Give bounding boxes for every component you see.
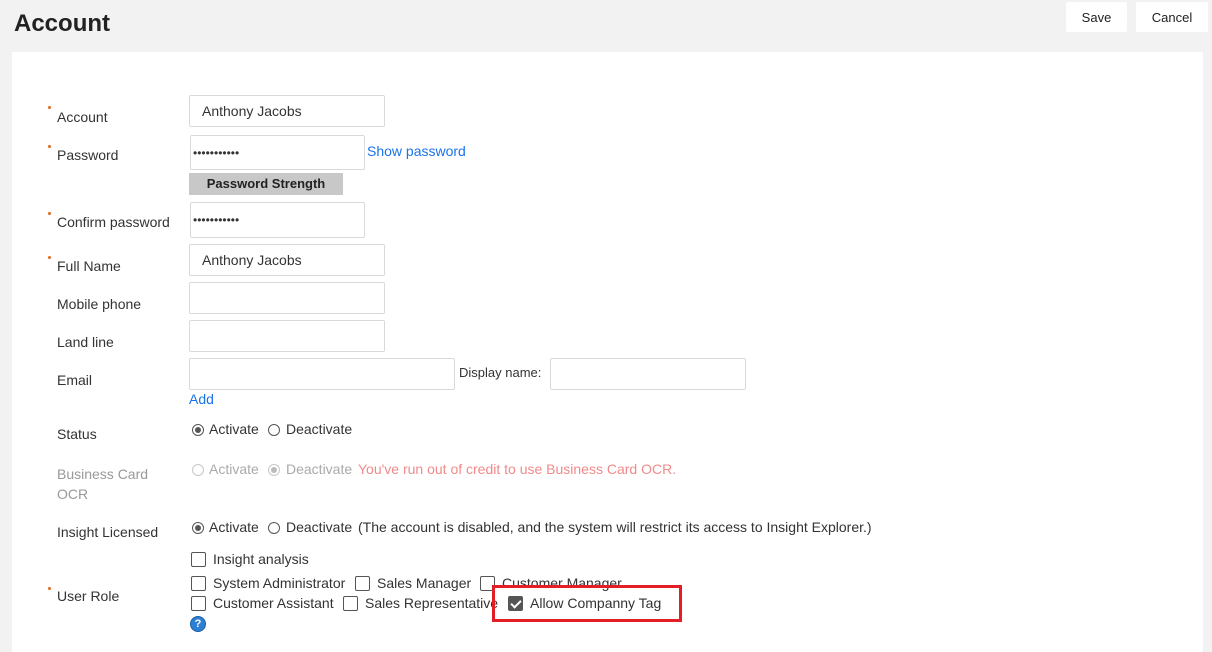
role-insight-analysis-label: Insight analysis [213, 551, 309, 567]
role-sales-manager-checkbox[interactable] [355, 576, 370, 591]
role-customer-assistant-checkbox[interactable] [191, 596, 206, 611]
display-name-label: Display name: [459, 365, 542, 380]
role-system-administrator-label: System Administrator [213, 575, 346, 591]
land-line-label: Land line [57, 334, 114, 350]
user-role-label: User Role [57, 588, 120, 604]
status-activate-radio[interactable] [192, 424, 204, 436]
role-sales-representative-label: Sales Representative [365, 595, 499, 611]
status-deactivate-radio[interactable] [268, 424, 280, 436]
insight-activate-label: Activate [209, 519, 259, 535]
role-insight-analysis-checkbox[interactable] [191, 552, 206, 567]
ocr-activate-radio [192, 464, 204, 476]
ocr-deactivate-label: Deactivate [286, 461, 353, 477]
password-label: Password [57, 147, 119, 163]
password-strength-meter: Password Strength [189, 173, 343, 195]
cancel-button[interactable]: Cancel [1136, 2, 1208, 32]
status-label: Status [57, 426, 97, 442]
save-button[interactable]: Save [1066, 2, 1127, 32]
status-deactivate-label: Deactivate [286, 421, 353, 437]
role-allow-company-tag-label: Allow Companny Tag [530, 595, 662, 611]
page-title: Account [14, 10, 110, 37]
show-password-link[interactable]: Show password [367, 143, 466, 159]
role-customer-assistant-label: Customer Assistant [213, 595, 334, 611]
business-card-ocr-label-line2: OCR [57, 486, 89, 502]
ocr-activate-label: Activate [209, 461, 259, 477]
display-name-input[interactable] [550, 358, 746, 390]
required-marker [48, 145, 51, 148]
confirm-password-label: Confirm password [57, 214, 170, 230]
question-circle-icon[interactable]: ? [190, 616, 206, 632]
insight-deactivate-radio[interactable] [268, 522, 280, 534]
add-email-link[interactable]: Add [189, 391, 214, 407]
required-marker [48, 106, 51, 109]
confirm-password-input[interactable] [190, 202, 365, 238]
password-input[interactable] [190, 135, 365, 170]
insight-licensed-label: Insight Licensed [57, 524, 159, 540]
ocr-deactivate-radio [268, 464, 280, 476]
status-activate-label: Activate [209, 421, 259, 437]
required-marker [48, 587, 51, 590]
role-sales-representative-checkbox[interactable] [343, 596, 358, 611]
account-label: Account [57, 109, 108, 125]
land-line-input[interactable] [189, 320, 385, 352]
insight-deactivate-label: Deactivate [286, 519, 353, 535]
mobile-phone-label: Mobile phone [57, 296, 142, 312]
full-name-label: Full Name [57, 258, 121, 274]
full-name-input[interactable] [189, 244, 385, 276]
role-system-administrator-checkbox[interactable] [191, 576, 206, 591]
insight-activate-radio[interactable] [192, 522, 204, 534]
role-allow-company-tag-checkbox[interactable] [508, 596, 523, 611]
business-card-ocr-label-line1: Business Card [57, 466, 149, 482]
email-input[interactable] [189, 358, 455, 390]
required-marker [48, 212, 51, 215]
ocr-credit-warning: You've run out of credit to use Business… [358, 461, 677, 477]
email-label: Email [57, 372, 93, 388]
required-marker [48, 256, 51, 259]
mobile-phone-input[interactable] [189, 282, 385, 314]
insight-licensed-note: (The account is disabled, and the system… [358, 519, 872, 535]
account-input[interactable] [189, 95, 385, 127]
role-sales-manager-label: Sales Manager [377, 575, 472, 591]
